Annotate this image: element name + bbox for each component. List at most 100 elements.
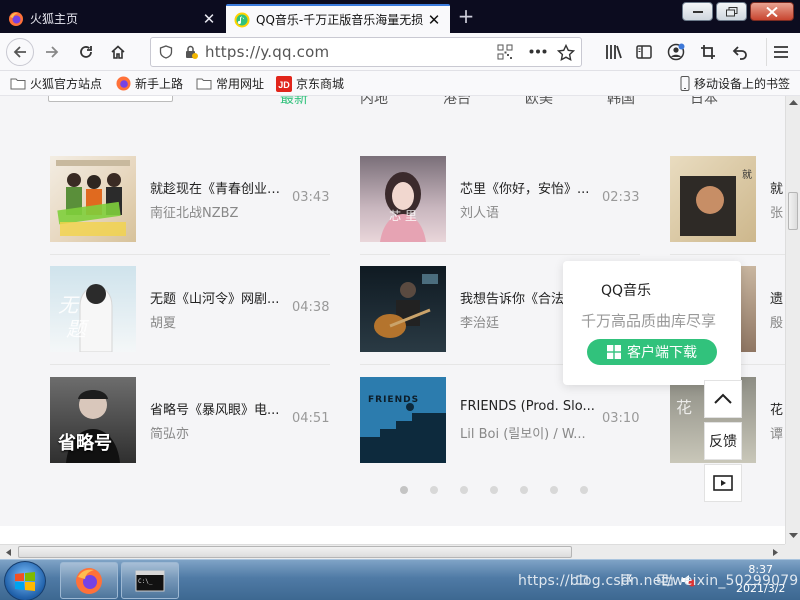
song-artist[interactable]: 简弘亦 — [150, 423, 285, 442]
bookmark-getting-started[interactable]: 新手上路 — [116, 75, 183, 92]
album-cover[interactable]: 芯 里 — [360, 156, 446, 242]
feedback-button[interactable]: 反馈 — [704, 422, 742, 460]
album-cover[interactable]: 无题 — [50, 266, 136, 352]
bookmark-jd-mall[interactable]: JD 京东商城 — [276, 75, 344, 92]
new-tab-button[interactable]: + — [454, 5, 478, 29]
tab-western[interactable]: 欧美 — [525, 96, 553, 108]
account-button[interactable] — [662, 38, 690, 66]
close-tab-icon[interactable]: ✕ — [201, 10, 217, 28]
song-artist[interactable]: Lil Boi (릴보이) / W... — [460, 423, 595, 442]
song-item[interactable]: 就趁现在《青春创业手册》... 南征北战NZBZ 03:43 — [50, 156, 340, 242]
song-title[interactable]: 无题《山河令》网剧... — [150, 288, 285, 307]
page-dot[interactable] — [490, 486, 498, 494]
jd-icon: JD — [276, 75, 292, 92]
scroll-down-arrow-icon[interactable] — [788, 532, 799, 540]
taskbar-firefox[interactable] — [60, 562, 118, 599]
song-artist[interactable]: 殷 — [770, 312, 785, 331]
song-item[interactable]: 就 就 张 — [670, 156, 785, 242]
client-download-button[interactable]: 客户端下载 — [587, 339, 717, 365]
song-item[interactable]: 省略号 省略号《暴风眼》电... 简弘亦 04:51 — [50, 377, 340, 463]
tab-japan[interactable]: 日本 — [690, 96, 718, 108]
song-title[interactable]: 遗 — [770, 288, 785, 307]
sidebar-button[interactable] — [630, 38, 658, 66]
tab-korea[interactable]: 韩国 — [607, 96, 635, 108]
forward-button[interactable] — [38, 38, 66, 66]
start-button[interactable] — [4, 561, 46, 600]
page-dot[interactable] — [430, 486, 438, 494]
song-item[interactable]: FRIENDS FRIENDS (Prod. Slo... Lil Boi (릴… — [360, 377, 650, 463]
scroll-up-arrow-icon[interactable] — [788, 98, 799, 106]
close-icon — [766, 6, 778, 17]
page-dot[interactable] — [580, 486, 588, 494]
song-title[interactable]: 芯里《你好，安怡》... — [460, 178, 595, 197]
vertical-scrollbar[interactable] — [785, 96, 800, 544]
back-button[interactable] — [6, 38, 34, 66]
bookmark-firefox-official[interactable]: 火狐官方站点 — [10, 75, 102, 92]
menu-button[interactable] — [766, 38, 794, 66]
restore-button[interactable] — [716, 2, 747, 21]
song-item[interactable]: 无题 无题《山河令》网剧... 胡夏 04:38 — [50, 266, 340, 352]
svg-text:C:\_: C:\_ — [138, 578, 153, 585]
album-cover[interactable]: FRIENDS — [360, 377, 446, 463]
screenshot-button[interactable] — [694, 38, 722, 66]
song-title[interactable]: 省略号《暴风眼》电... — [150, 399, 285, 418]
client-download-popup: QQ音乐 千万高品质曲库尽享 客户端下载 — [563, 261, 741, 385]
more-actions-icon[interactable] — [529, 49, 547, 54]
home-button[interactable] — [104, 38, 132, 66]
bookmark-mobile[interactable]: 移动设备上的书签 — [680, 75, 790, 92]
song-title[interactable]: 就 — [770, 178, 785, 197]
horizontal-scroll-thumb[interactable] — [18, 546, 572, 558]
album-cover[interactable] — [360, 266, 446, 352]
undo-close-button[interactable] — [726, 38, 754, 66]
tab-hk-tw[interactable]: 港台 — [443, 96, 471, 108]
tab-firefox-home[interactable]: 火狐主页 ✕ — [0, 4, 225, 33]
svg-text:JD: JD — [278, 80, 290, 90]
shield-icon[interactable] — [159, 45, 173, 59]
page-dot[interactable] — [400, 486, 408, 494]
page-viewport: 最新 内地 港台 欧美 韩国 日本 就趁现在《青春创业手册》... 南征北战NZ… — [0, 96, 785, 544]
tab-mainland[interactable]: 内地 — [360, 96, 388, 108]
tab-latest[interactable]: 最新 — [280, 96, 308, 108]
album-cover[interactable]: 就 — [670, 156, 756, 242]
taskbar-command-prompt[interactable]: C:\_ — [121, 562, 179, 599]
page-dot[interactable] — [520, 486, 528, 494]
scroll-right-arrow-icon[interactable] — [772, 548, 780, 557]
library-button[interactable] — [600, 38, 628, 66]
song-artist[interactable]: 胡夏 — [150, 312, 285, 331]
bookmark-common-sites[interactable]: 常用网址 — [196, 75, 264, 92]
song-item[interactable]: 芯 里 芯里《你好，安怡》... 刘人语 02:33 — [360, 156, 650, 242]
vertical-scroll-thumb[interactable] — [788, 192, 798, 230]
address-bar[interactable]: https://y.qq.com — [150, 37, 582, 67]
song-artist[interactable]: 谭 — [770, 423, 785, 442]
play-all-button[interactable] — [48, 96, 173, 102]
player-button[interactable] — [704, 464, 742, 502]
url-text[interactable]: https://y.qq.com — [205, 43, 329, 61]
horizontal-scrollbar[interactable] — [0, 544, 785, 559]
feedback-label: 反馈 — [709, 434, 737, 450]
page-dot[interactable] — [460, 486, 468, 494]
clock-time: 8:37 — [748, 563, 774, 576]
row-divider — [50, 364, 330, 365]
album-cover[interactable] — [50, 156, 136, 242]
song-title[interactable]: 花 — [770, 399, 785, 418]
close-window-button[interactable] — [750, 2, 794, 21]
close-tab-icon[interactable]: ✕ — [426, 11, 442, 29]
song-artist[interactable]: 张 — [770, 202, 785, 221]
song-title[interactable]: 就趁现在《青春创业手册》... — [150, 178, 285, 197]
page-dot[interactable] — [550, 486, 558, 494]
song-artist[interactable]: 刘人语 — [460, 202, 595, 221]
song-artist[interactable]: 南征北战NZBZ — [150, 202, 285, 221]
bookmark-star-icon[interactable] — [557, 44, 575, 62]
qr-code-icon[interactable] — [497, 44, 513, 60]
taskbar-clock[interactable]: 8:37 2021/3/2 — [736, 563, 785, 596]
back-to-top-button[interactable] — [704, 380, 742, 418]
scroll-left-arrow-icon[interactable] — [4, 548, 12, 557]
album-cover[interactable]: 省略号 — [50, 377, 136, 463]
bookmark-label: 常用网址 — [216, 77, 265, 91]
tab-qq-music[interactable]: QQ音乐-千万正版音乐海量无损 ✕ — [226, 4, 450, 33]
home-icon — [111, 45, 125, 59]
song-title[interactable]: FRIENDS (Prod. Slo... — [460, 399, 595, 414]
minimize-button[interactable] — [682, 2, 713, 21]
lock-icon[interactable] — [183, 44, 199, 60]
reload-button[interactable] — [72, 38, 100, 66]
